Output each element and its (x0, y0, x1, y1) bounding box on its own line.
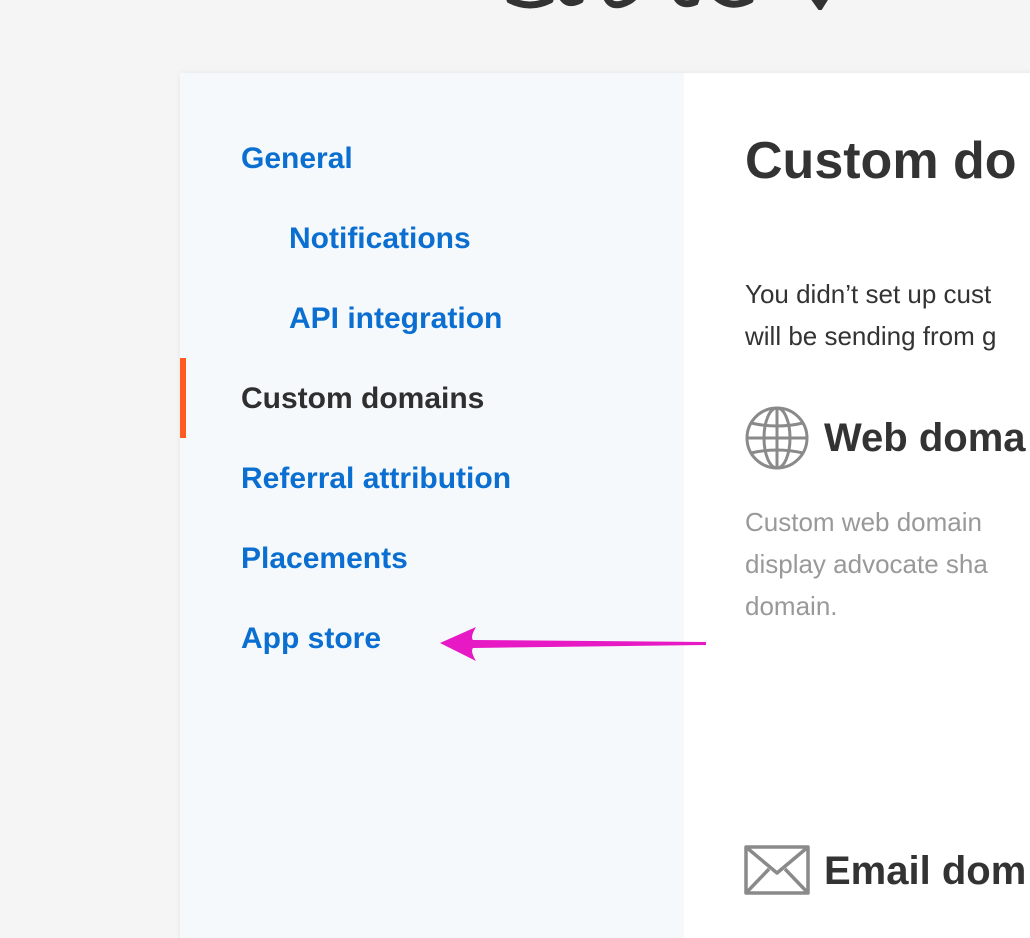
web-domain-description: Custom web domain display advocate sha d… (745, 507, 988, 621)
page-heading-fragment (500, 0, 860, 10)
sidebar-item-app-store[interactable]: App store (241, 619, 381, 659)
annotation-arrow (440, 626, 710, 667)
sidebar-item-notifications[interactable]: Notifications (289, 219, 471, 259)
globe-icon (744, 405, 810, 476)
envelope-icon (744, 845, 810, 900)
sidebar-item-api-integration[interactable]: API integration (289, 299, 502, 339)
intro-text: You didn’t set up cust will be sending f… (745, 279, 997, 351)
sidebar-item-general[interactable]: General (241, 139, 353, 179)
settings-sidebar: General Notifications API integration Cu… (180, 73, 684, 938)
sidebar-item-referral-attribution[interactable]: Referral attribution (241, 459, 511, 499)
custom-domains-panel: Custom do You didn’t set up cust will be… (684, 73, 1030, 938)
sidebar-item-custom-domains[interactable]: Custom domains (241, 379, 484, 419)
settings-page: General Notifications API integration Cu… (0, 0, 1030, 938)
sidebar-item-placements[interactable]: Placements (241, 539, 408, 579)
page-title: Custom do (745, 132, 1017, 190)
web-domain-heading: Web doma (824, 416, 1026, 460)
active-indicator (180, 358, 186, 438)
settings-card: General Notifications API integration Cu… (180, 73, 1030, 938)
email-domain-heading: Email dom (824, 849, 1027, 893)
